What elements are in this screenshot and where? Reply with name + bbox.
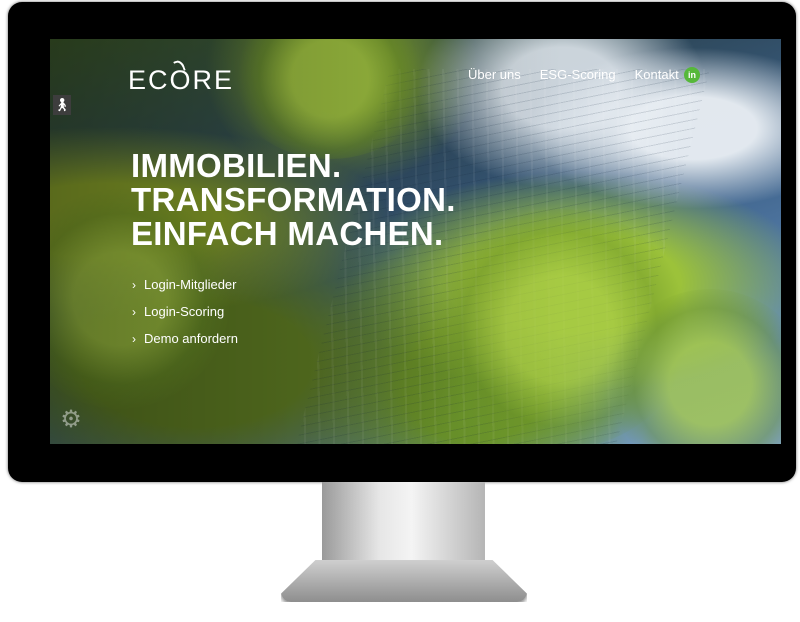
link-label: Login-Mitglieder xyxy=(144,277,237,292)
link-label: Demo anfordern xyxy=(144,331,238,346)
link-demo-anfordern[interactable]: › Demo anfordern xyxy=(132,331,238,346)
cookie-settings-icon[interactable]: ⚙ xyxy=(58,407,84,433)
chevron-right-icon: › xyxy=(132,331,136,346)
accessibility-icon[interactable]: 🚶︎ xyxy=(53,95,71,115)
monitor-stand-base xyxy=(281,560,527,602)
nav-item-esg-scoring[interactable]: ESG-Scoring xyxy=(540,67,616,82)
link-login-scoring[interactable]: › Login-Scoring xyxy=(132,304,238,319)
chevron-right-icon: › xyxy=(132,304,136,319)
headline-line-3: EINFACH MACHEN. xyxy=(131,215,444,252)
chevron-right-icon: › xyxy=(132,277,136,292)
link-login-mitglieder[interactable]: › Login-Mitglieder xyxy=(132,277,238,292)
monitor-stand-neck xyxy=(322,482,485,568)
hero-headline: IMMOBILIEN. TRANSFORMATION. EINFACH MACH… xyxy=(131,149,456,251)
headline-line-2: TRANSFORMATION. xyxy=(131,181,456,218)
hero-links: › Login-Mitglieder › Login-Scoring › Dem… xyxy=(132,277,238,358)
nav-item-ueber-uns[interactable]: Über uns xyxy=(468,67,521,82)
link-label: Login-Scoring xyxy=(144,304,225,319)
linkedin-icon[interactable]: in xyxy=(684,67,700,83)
monitor-bezel: ECORE Über uns ESG-Scoring Kontakt in 🚶︎… xyxy=(8,2,796,482)
nav-item-kontakt[interactable]: Kontakt xyxy=(635,67,679,82)
headline-line-1: IMMOBILIEN. xyxy=(131,147,342,184)
website-screen: ECORE Über uns ESG-Scoring Kontakt in 🚶︎… xyxy=(50,39,781,444)
main-nav: Über uns ESG-Scoring Kontakt xyxy=(468,67,679,82)
